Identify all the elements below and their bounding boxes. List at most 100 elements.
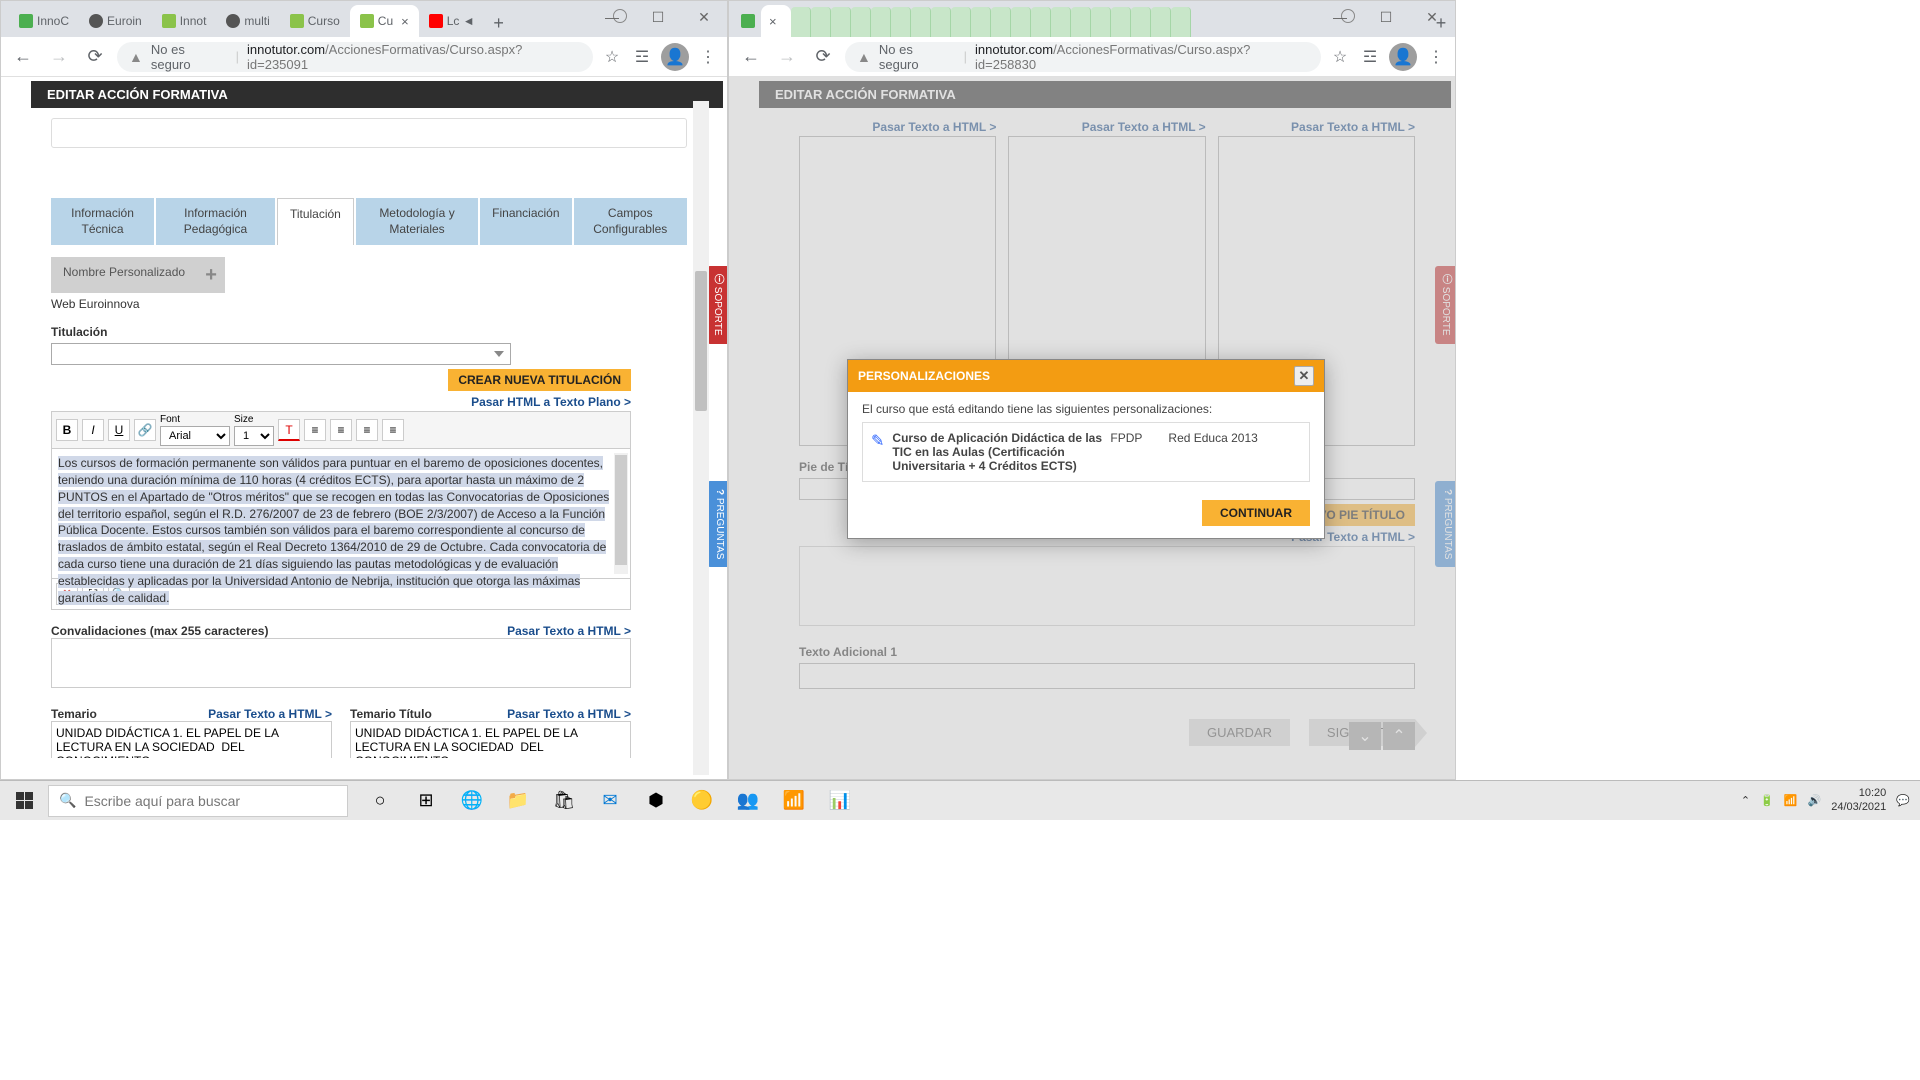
browser-tab[interactable] [891, 7, 911, 37]
continuar-button[interactable]: CONTINUAR [1202, 500, 1310, 526]
address-field[interactable]: ▲ No es seguro | innotutor.com/AccionesF… [117, 42, 593, 72]
back-button[interactable]: ← [9, 43, 37, 71]
maximize-button[interactable]: ☐ [1363, 1, 1409, 33]
browser-tab[interactable] [831, 7, 851, 37]
close-button[interactable]: ✕ [681, 1, 727, 33]
star-icon[interactable]: ☆ [601, 46, 623, 68]
minimize-button[interactable]: — [1317, 1, 1363, 33]
wifi-icon[interactable]: 📶 [772, 781, 816, 821]
browser-tab[interactable]: Innot [152, 5, 217, 37]
font-select[interactable]: Arial [160, 426, 230, 446]
store-icon[interactable]: 🛍 [542, 781, 586, 821]
reading-list-icon[interactable]: ☲ [1359, 46, 1381, 68]
bold-button[interactable]: B [56, 419, 78, 441]
mail-icon[interactable]: ✉ [588, 781, 632, 821]
temario-titulo-textarea[interactable]: UNIDAD DIDÁCTICA 1. EL PAPEL DE LA LECTU… [350, 721, 631, 758]
align-center-button[interactable]: ≡ [330, 419, 352, 441]
profile-avatar[interactable]: 👤 [661, 43, 689, 71]
close-icon[interactable]: × [401, 14, 409, 29]
browser-tab[interactable]: multi [216, 5, 279, 37]
reading-list-icon[interactable]: ☲ [631, 46, 653, 68]
tab-financiacion[interactable]: Financiación [480, 198, 571, 245]
new-tab-button[interactable]: + [485, 9, 513, 37]
tray-chevron-icon[interactable]: ⌃ [1741, 794, 1750, 807]
edge-icon[interactable]: 🌐 [450, 781, 494, 821]
browser-tab[interactable] [1171, 7, 1191, 37]
tab-campos[interactable]: Campos Configurables [574, 198, 687, 245]
battery-icon[interactable]: 🔋 [1760, 794, 1774, 807]
editor-scrollbar[interactable] [614, 453, 628, 574]
pasar-html-texto-link[interactable]: Pasar HTML a Texto Plano > [471, 395, 631, 409]
browser-tab[interactable] [971, 7, 991, 37]
forward-button[interactable]: → [773, 43, 801, 71]
temario-textarea[interactable]: UNIDAD DIDÁCTICA 1. EL PAPEL DE LA LECTU… [51, 721, 332, 758]
tab-titulacion[interactable]: Titulación [277, 198, 354, 245]
browser-tab[interactable] [991, 7, 1011, 37]
browser-tab[interactable] [737, 5, 761, 37]
browser-tab[interactable] [1131, 7, 1151, 37]
dialog-close-button[interactable]: ✕ [1294, 366, 1314, 386]
back-button[interactable]: ← [737, 43, 765, 71]
browser-tab[interactable] [811, 7, 831, 37]
size-select[interactable]: 1 [234, 426, 274, 446]
edit-icon[interactable]: ✎ [871, 431, 884, 473]
clock[interactable]: 10:20 24/03/2021 [1831, 787, 1886, 813]
browser-tab[interactable] [951, 7, 971, 37]
browser-tab-active[interactable]: Cu× [350, 5, 419, 37]
browser-tab[interactable] [1091, 7, 1111, 37]
convalidaciones-textarea[interactable] [51, 638, 631, 688]
app-icon[interactable]: ⬢ [634, 781, 678, 821]
soporte-tab[interactable]: ⓘ SOPORTE [707, 266, 727, 344]
menu-icon[interactable]: ⋮ [697, 46, 719, 68]
align-right-button[interactable]: ≡ [356, 419, 378, 441]
subtab-nombre[interactable]: Nombre Personalizado [51, 257, 197, 293]
reload-button[interactable]: ⟳ [809, 43, 837, 71]
close-button[interactable]: ✕ [1409, 1, 1455, 33]
browser-tab[interactable] [1051, 7, 1071, 37]
underline-button[interactable]: U [108, 419, 130, 441]
pasar-texto-html-link-2[interactable]: Pasar Texto a HTML > [208, 707, 332, 721]
wifi-tray-icon[interactable]: 📶 [1784, 794, 1798, 807]
maximize-button[interactable]: ☐ [635, 1, 681, 33]
close-icon[interactable]: × [769, 14, 777, 29]
tab-info-pedagogica[interactable]: Información Pedagógica [156, 198, 275, 245]
cortana-icon[interactable]: ○ [358, 781, 402, 821]
browser-tab[interactable] [1011, 7, 1031, 37]
forward-button[interactable]: → [45, 43, 73, 71]
browser-tab[interactable] [1031, 7, 1051, 37]
browser-tab[interactable] [851, 7, 871, 37]
browser-tab[interactable]: InnoC [9, 5, 79, 37]
browser-tab[interactable] [1071, 7, 1091, 37]
volume-icon[interactable]: 🔊 [1808, 794, 1822, 807]
profile-avatar[interactable]: 👤 [1389, 43, 1417, 71]
browser-tab[interactable] [931, 7, 951, 37]
text-color-button[interactable]: T [278, 419, 300, 441]
browser-tab[interactable]: Lc ◄ [419, 5, 485, 37]
pasar-texto-html-link-3[interactable]: Pasar Texto a HTML > [507, 707, 631, 721]
task-view-icon[interactable]: ⊞ [404, 781, 448, 821]
preguntas-tab[interactable]: ? PREGUNTAS [707, 481, 727, 567]
browser-tab[interactable] [911, 7, 931, 37]
pasar-texto-html-link[interactable]: Pasar Texto a HTML > [507, 624, 631, 638]
browser-tab[interactable] [1151, 7, 1171, 37]
explorer-icon[interactable]: 📁 [496, 781, 540, 821]
tab-info-tecnica[interactable]: Información Técnica [51, 198, 154, 245]
browser-tab[interactable] [791, 7, 811, 37]
start-button[interactable] [0, 781, 48, 821]
add-subtab-button[interactable]: + [197, 257, 225, 293]
menu-icon[interactable]: ⋮ [1425, 46, 1447, 68]
star-icon[interactable]: ☆ [1329, 46, 1351, 68]
tab-metodologia[interactable]: Metodología y Materiales [356, 198, 478, 245]
taskbar-search[interactable]: 🔍 Escribe aquí para buscar [48, 785, 348, 817]
align-justify-button[interactable]: ≡ [382, 419, 404, 441]
excel-icon[interactable]: 📊 [818, 781, 862, 821]
crear-titulacion-button[interactable]: CREAR NUEVA TITULACIÓN [448, 369, 631, 391]
browser-tab-active[interactable]: × [761, 5, 791, 37]
teams-icon[interactable]: 👥 [726, 781, 770, 821]
italic-button[interactable]: I [82, 419, 104, 441]
minimize-button[interactable]: — [589, 1, 635, 33]
link-button[interactable]: 🔗 [134, 419, 156, 441]
editor-content[interactable]: Los cursos de formación permanente son v… [51, 449, 631, 579]
reload-button[interactable]: ⟳ [81, 43, 109, 71]
browser-tab[interactable]: Curso [280, 5, 350, 37]
